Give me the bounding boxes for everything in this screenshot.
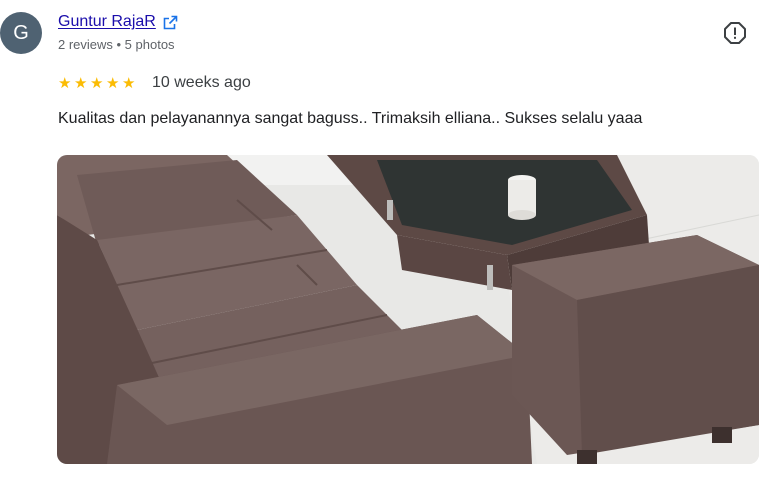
reviewer-name-row: Guntur RajaR [58,13,179,31]
star-icon: ★ [74,74,88,92]
report-icon [724,22,746,44]
review-time: 10 weeks ago [152,74,251,91]
star-icon: ★ [58,74,72,92]
external-link-icon[interactable] [162,14,179,31]
star-icon: ★ [90,74,104,92]
report-button[interactable] [722,20,748,46]
review-text: Kualitas dan pelayanannya sangat baguss.… [58,110,643,127]
reviewer-meta: 2 reviews • 5 photos [58,37,175,52]
avatar[interactable]: G [0,12,42,54]
avatar-initial: G [13,21,29,44]
star-rating: ★ ★ ★ ★ ★ [58,76,137,91]
rating-row: ★ ★ ★ ★ ★ 10 weeks ago [58,74,251,92]
review-card: G Guntur RajaR 2 reviews • 5 photos ★ ★ ★ ★… [0,0,775,481]
review-photo[interactable] [57,155,759,464]
star-icon: ★ [106,74,120,92]
star-icon: ★ [122,74,136,92]
reviewer-name-link[interactable]: Guntur RajaR [58,13,156,31]
